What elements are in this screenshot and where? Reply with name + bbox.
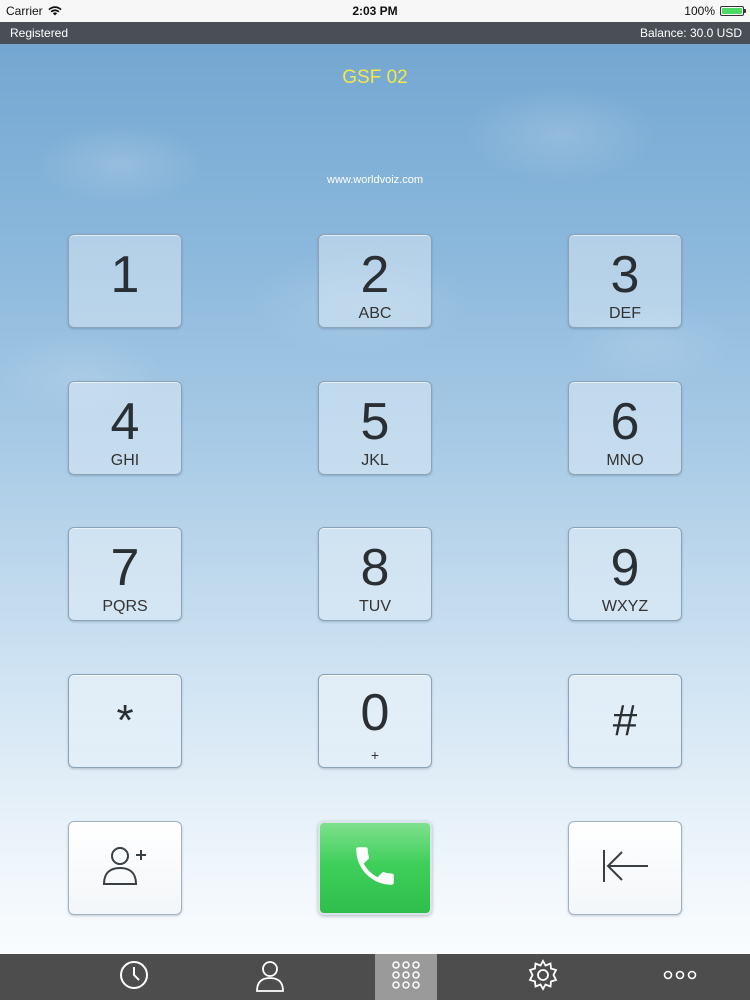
key-digit: 4 [110,393,140,451]
key-digit: 6 [610,393,640,451]
tab-settings[interactable] [512,954,574,1000]
tab-contacts[interactable] [239,954,301,1000]
key-4[interactable]: 4 GHI [68,381,182,475]
status-bar: Carrier 2:03 PM 100% [0,0,750,22]
key-2[interactable]: 2 ABC [318,234,432,328]
key-letters: MNO [606,452,644,469]
account-status-bar: Registered Balance: 30.0 USD [0,22,750,44]
tab-keypad[interactable] [375,954,437,1000]
balance-label: Balance: 30.0 USD [639,26,742,40]
key-letters: + [370,747,380,763]
tab-bar [0,954,750,1000]
clock-time: 2:03 PM [352,4,398,18]
key-digit: 5 [360,393,390,451]
key-5[interactable]: 5 JKL [318,381,432,475]
key-letters: WXYZ [601,598,649,615]
key-digit: * [116,696,134,745]
gear-icon [526,958,560,997]
key-3[interactable]: 3 DEF [568,234,682,328]
website-link: www.worldvoiz.com [327,174,423,186]
key-letters: JKL [361,452,389,469]
key-letters: PQRS [102,598,148,615]
key-digit: 7 [110,539,140,597]
key-digit: 3 [610,246,640,304]
key-digit: 0 [360,684,390,742]
key-star[interactable]: * [68,674,182,768]
backspace-button[interactable] [568,821,682,915]
key-6[interactable]: 6 MNO [568,381,682,475]
registration-status: Registered [10,26,69,40]
key-digit: 2 [360,246,390,304]
tab-more[interactable] [649,954,711,1000]
account-name: GSF 02 [342,67,408,88]
key-1[interactable]: 1 [68,234,182,328]
phone-icon [350,841,400,896]
more-icon [663,968,697,986]
add-contact-icon [100,841,150,896]
call-button[interactable] [318,821,432,915]
key-digit: 9 [610,539,640,597]
battery-percent: 100% [684,4,715,18]
keypad-icon [389,958,423,997]
person-icon [254,958,286,997]
key-digit: 1 [110,246,140,304]
key-9[interactable]: 9 WXYZ [568,527,682,621]
key-8[interactable]: 8 TUV [318,527,432,621]
add-contact-button[interactable] [68,821,182,915]
key-letters: GHI [110,452,140,469]
key-letters: ABC [358,305,392,322]
clock-icon [118,959,150,996]
key-digit: # [612,696,638,745]
battery-icon [720,6,746,16]
key-letters: TUV [359,598,391,615]
key-hash[interactable]: # [568,674,682,768]
tab-recents[interactable] [103,954,165,1000]
key-0[interactable]: 0 + [318,674,432,768]
key-digit: 8 [360,539,390,597]
key-letters: DEF [609,305,641,322]
backspace-icon [598,846,652,891]
key-7[interactable]: 7 PQRS [68,527,182,621]
